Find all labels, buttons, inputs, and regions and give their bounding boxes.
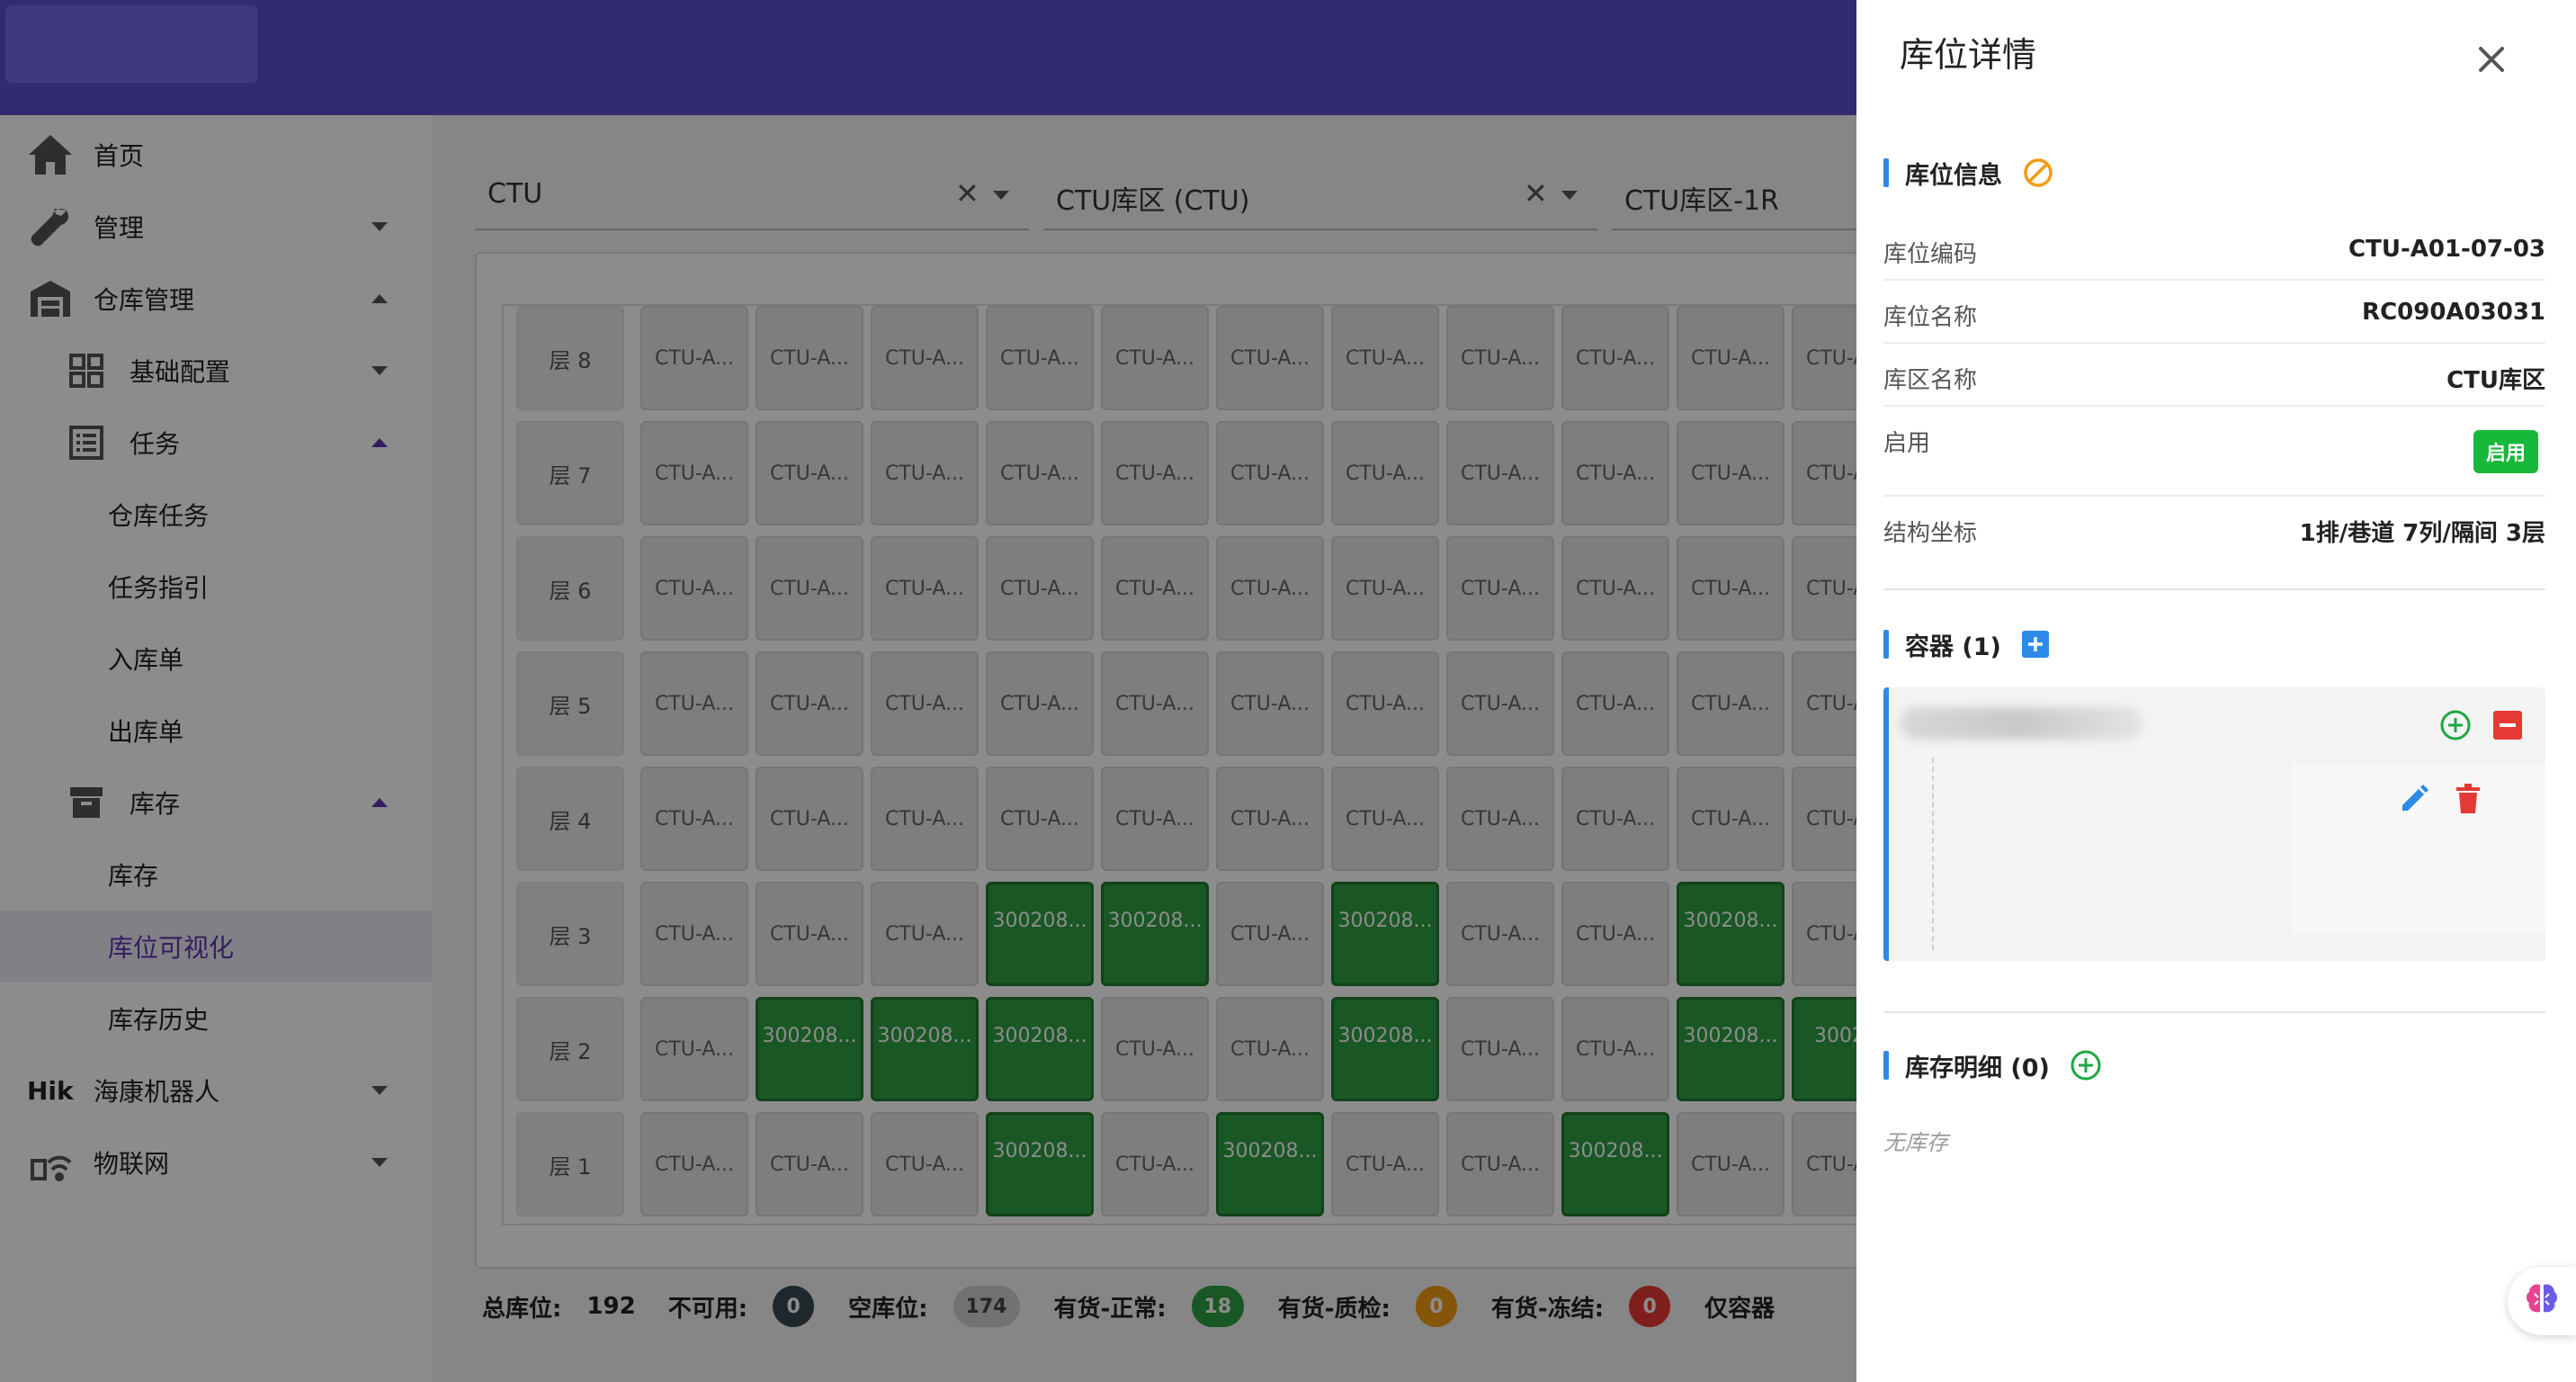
section-title: 库存明细 (0) bbox=[1905, 1054, 2050, 1082]
add-circle-icon[interactable] bbox=[2437, 707, 2473, 743]
info-row-enabled: 启用 启用 bbox=[1883, 407, 2545, 497]
divider bbox=[1883, 588, 2545, 590]
section-title: 容器 (1) bbox=[1905, 633, 2001, 661]
add-stock-icon[interactable] bbox=[2070, 1049, 2102, 1081]
info-row-zone: 库区名称 CTU库区 bbox=[1883, 344, 2545, 407]
section-location-info: 库位信息 bbox=[1883, 155, 2054, 191]
info-value: RC090A03031 bbox=[2362, 299, 2545, 326]
info-row-coords: 结构坐标 1排/巷道 7列/隔间 3层 bbox=[1883, 497, 2545, 560]
divider bbox=[1883, 1011, 2545, 1013]
info-label: 启用 bbox=[1883, 430, 1931, 457]
trash-icon[interactable] bbox=[2450, 781, 2486, 817]
info-label: 库区名称 bbox=[1883, 367, 1978, 394]
empty-state-text: 无库存 bbox=[1883, 1130, 1948, 1155]
close-icon[interactable] bbox=[2468, 36, 2515, 83]
info-value: 1排/巷道 7列/隔间 3层 bbox=[2299, 520, 2545, 547]
add-container-icon[interactable] bbox=[2021, 630, 2050, 659]
info-label: 结构坐标 bbox=[1883, 520, 1978, 547]
edit-icon[interactable] bbox=[2396, 781, 2432, 817]
disable-icon[interactable] bbox=[2022, 157, 2054, 189]
container-card bbox=[1883, 687, 2545, 961]
brain-icon bbox=[2522, 1279, 2562, 1323]
container-item-panel bbox=[2292, 763, 2545, 934]
tree-connector bbox=[1932, 758, 1934, 950]
drawer-title: 库位详情 bbox=[1900, 35, 2037, 75]
remove-icon[interactable] bbox=[2490, 707, 2526, 743]
ai-assistant-button[interactable] bbox=[2508, 1267, 2576, 1335]
info-row-name: 库位名称 RC090A03031 bbox=[1883, 281, 2545, 344]
section-container: 容器 (1) bbox=[1883, 626, 2050, 662]
info-value: CTU库区 bbox=[2446, 367, 2545, 394]
section-title: 库位信息 bbox=[1905, 161, 2002, 190]
section-stock-detail: 库存明细 (0) bbox=[1883, 1047, 2102, 1083]
info-label: 库位名称 bbox=[1883, 304, 1978, 331]
status-badge: 启用 bbox=[2473, 430, 2538, 473]
info-label: 库位编码 bbox=[1883, 241, 1978, 268]
container-id-blurred bbox=[1900, 707, 2142, 740]
info-row-code: 库位编码 CTU-A01-07-03 bbox=[1883, 218, 2545, 281]
location-detail-drawer: 库位详情 库位信息 库位编码 CTU-A01-07-03 库位名称 RC090A… bbox=[1856, 0, 2576, 1382]
info-value: CTU-A01-07-03 bbox=[2348, 236, 2545, 263]
modal-backdrop[interactable] bbox=[0, 0, 1856, 1382]
